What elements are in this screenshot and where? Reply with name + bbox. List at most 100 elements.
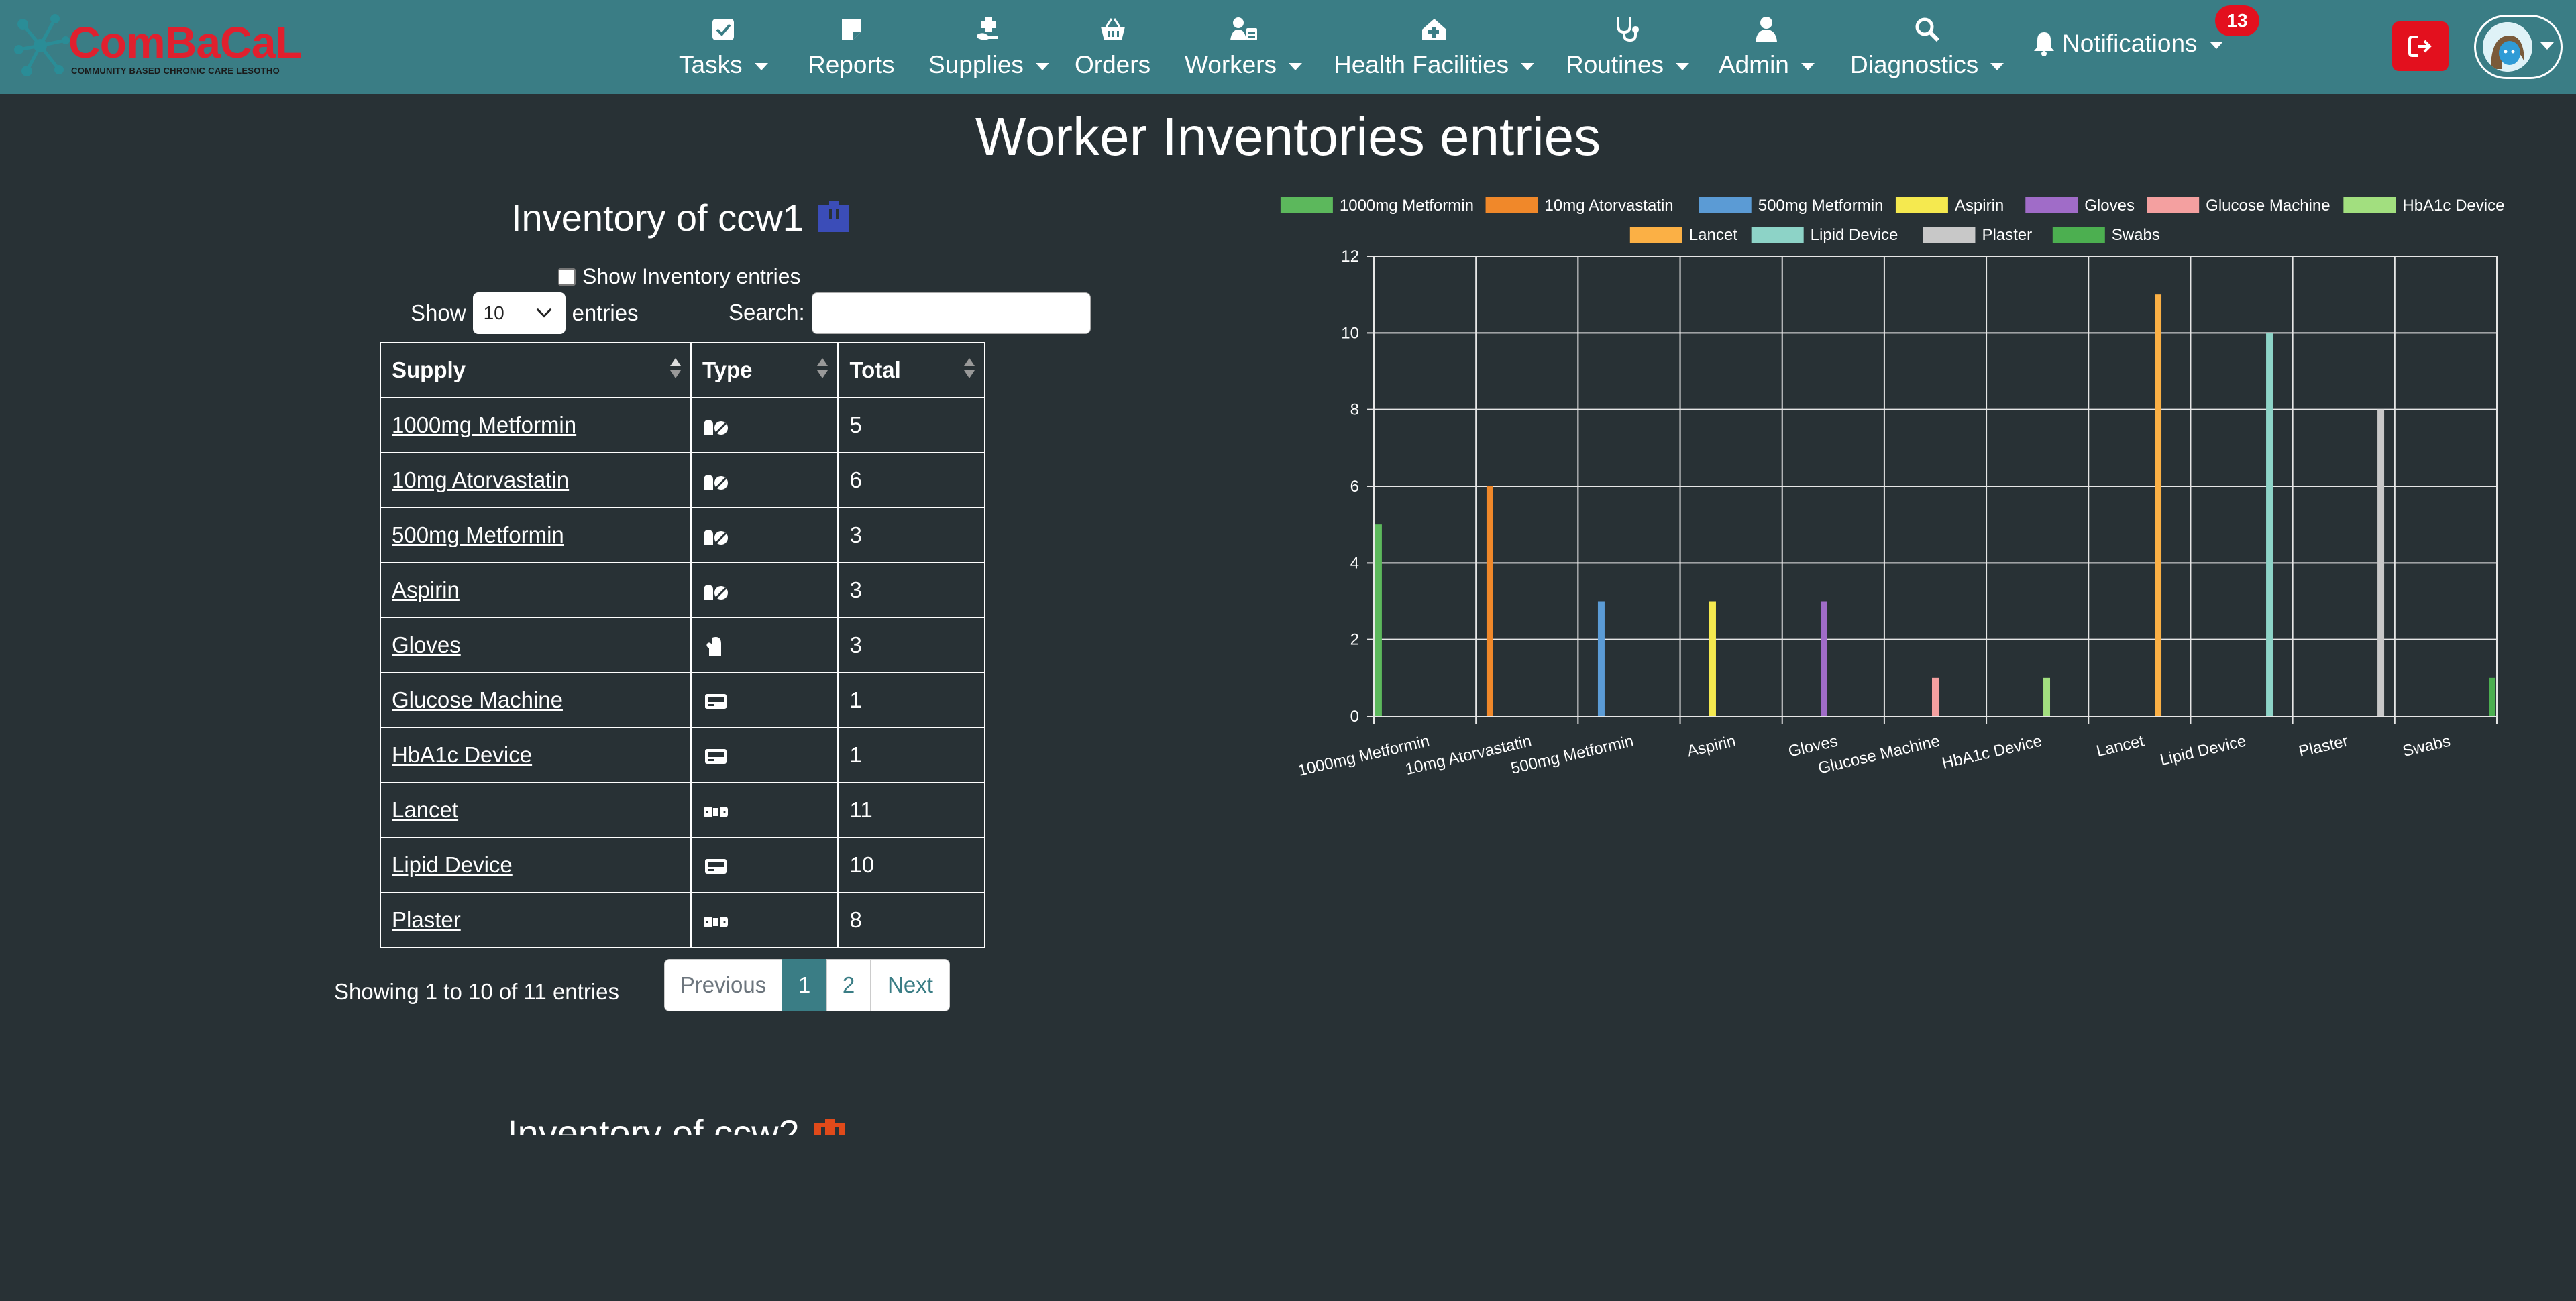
search-input[interactable] bbox=[812, 292, 1091, 334]
nav-health-facilities-label: Health Facilities bbox=[1334, 51, 1509, 78]
bar bbox=[2043, 677, 2051, 716]
supply-cell: HbA1c Device bbox=[380, 727, 692, 783]
y-tick-label: 4 bbox=[1350, 554, 1359, 572]
supply-link[interactable]: Lipid Device bbox=[392, 852, 513, 877]
nav-health-facilities[interactable]: Health Facilities bbox=[1334, 11, 1535, 84]
table-row: 10mg Atorvastatin 6 bbox=[380, 452, 985, 508]
y-tick-label: 0 bbox=[1350, 708, 1359, 726]
notifications-label: Notifications bbox=[2062, 30, 2198, 57]
basket-icon bbox=[1098, 15, 1128, 44]
column-header-label: Type bbox=[702, 357, 753, 382]
legend-swatch bbox=[1923, 227, 1976, 243]
nav-admin[interactable]: Admin bbox=[1719, 11, 1815, 84]
pills-icon bbox=[702, 412, 729, 437]
user-menu-button[interactable] bbox=[2474, 15, 2563, 79]
user-icon bbox=[1752, 15, 1781, 44]
length-prefix: Show bbox=[411, 300, 466, 325]
nav-diagnostics[interactable]: Diagnostics bbox=[1850, 11, 2004, 84]
inventory-table: Supply Type Total 1000mg Metformin 5 10mg … bbox=[380, 342, 985, 948]
total-cell: 1 bbox=[837, 672, 985, 728]
supply-link[interactable]: 500mg Metformin bbox=[392, 522, 564, 547]
bar bbox=[2489, 677, 2496, 716]
bar bbox=[2155, 294, 2162, 716]
pagination-page-2[interactable]: 2 bbox=[826, 959, 871, 1011]
supply-link[interactable]: Gloves bbox=[392, 632, 461, 657]
type-cell bbox=[690, 452, 839, 508]
total-cell: 3 bbox=[837, 562, 985, 618]
supply-link[interactable]: Lancet bbox=[392, 797, 458, 822]
table-info: Showing 1 to 10 of 11 entries bbox=[334, 979, 620, 1004]
brand-logo[interactable]: ComBaCaL COMMUNITY BASED CHRONIC CARE LE… bbox=[13, 12, 303, 79]
supply-cell: Plaster bbox=[380, 892, 692, 948]
legend-label: Glucose Machine bbox=[2206, 196, 2330, 215]
table-row: Glucose Machine 1 bbox=[380, 672, 985, 728]
chevron-down-icon bbox=[2540, 42, 2554, 50]
legend-swatch bbox=[1699, 197, 1752, 213]
inventory-title-text: Inventory of ccw1 bbox=[511, 196, 804, 239]
nav-workers[interactable]: Workers bbox=[1185, 11, 1303, 84]
page-title: Worker Inventories entries bbox=[975, 107, 1601, 166]
nav-diagnostics-label: Diagnostics bbox=[1850, 51, 1979, 78]
column-header-supply[interactable]: Supply bbox=[380, 342, 692, 398]
column-header-label: Total bbox=[849, 357, 901, 382]
pagination-previous[interactable]: Previous bbox=[664, 959, 782, 1011]
checkbox[interactable] bbox=[558, 268, 576, 286]
length-suffix: entries bbox=[572, 300, 639, 325]
total-cell: 10 bbox=[837, 837, 985, 893]
supply-cell: Gloves bbox=[380, 617, 692, 673]
nav-reports[interactable]: Reports bbox=[808, 11, 895, 84]
legend-label: 1000mg Metformin bbox=[1340, 196, 1474, 215]
logout-button[interactable] bbox=[2392, 21, 2449, 71]
type-cell bbox=[690, 617, 839, 673]
pagination-page-1[interactable]: 1 bbox=[782, 959, 826, 1011]
chevron-down-icon bbox=[1035, 62, 1049, 70]
legend-label: 500mg Metformin bbox=[1758, 196, 1884, 215]
supply-link[interactable]: HbA1c Device bbox=[392, 742, 532, 767]
type-cell bbox=[690, 672, 839, 728]
nav-routines[interactable]: Routines bbox=[1566, 11, 1690, 84]
supply-cell: Lipid Device bbox=[380, 837, 692, 893]
bar bbox=[2266, 333, 2273, 716]
legend-label: Gloves bbox=[2084, 196, 2135, 215]
total-cell: 8 bbox=[837, 892, 985, 948]
x-tick-label: Aspirin bbox=[1685, 732, 1737, 761]
x-tick-label: Plaster bbox=[2297, 732, 2350, 761]
sort-icon bbox=[669, 358, 681, 385]
worker-color-icon bbox=[818, 201, 849, 232]
nav-tasks[interactable]: Tasks bbox=[679, 11, 768, 84]
table-row: Plaster 8 bbox=[380, 892, 985, 948]
nav-orders[interactable]: Orders bbox=[1075, 11, 1150, 84]
type-cell bbox=[690, 782, 839, 838]
supply-link[interactable]: Aspirin bbox=[392, 577, 460, 602]
nav-admin-label: Admin bbox=[1719, 51, 1789, 78]
nav-notifications[interactable]: Notifications bbox=[2033, 30, 2223, 58]
inventory-title-2-text: Inventory of ccw2 bbox=[507, 1112, 800, 1135]
type-cell bbox=[690, 507, 839, 563]
show-inventory-entries-checkbox[interactable]: Show Inventory entries bbox=[558, 264, 801, 289]
nav-supplies-label: Supplies bbox=[928, 51, 1024, 78]
column-header-total[interactable]: Total bbox=[837, 342, 985, 398]
pagination-next[interactable]: Next bbox=[871, 959, 950, 1011]
molecule-logo-icon bbox=[14, 14, 70, 76]
nav-supplies[interactable]: Supplies bbox=[928, 11, 1049, 84]
supply-link[interactable]: 1000mg Metformin bbox=[392, 412, 576, 437]
legend-swatch bbox=[2147, 197, 2200, 213]
sort-icon bbox=[964, 358, 975, 385]
device-icon bbox=[702, 742, 729, 767]
supply-cell: Aspirin bbox=[380, 562, 692, 618]
supply-link[interactable]: 10mg Atorvastatin bbox=[392, 467, 569, 492]
inventory-bar-chart: 1000mg Metformin 10mg Atorvastatin 500mg M… bbox=[1280, 196, 2504, 780]
supply-link[interactable]: Plaster bbox=[392, 907, 461, 932]
nav-routines-label: Routines bbox=[1566, 51, 1664, 78]
device-icon bbox=[702, 687, 729, 712]
supply-link[interactable]: Glucose Machine bbox=[392, 687, 563, 712]
x-tick-label: Lipid Device bbox=[2158, 732, 2247, 770]
type-cell bbox=[690, 837, 839, 893]
column-header-type[interactable]: Type bbox=[690, 342, 839, 398]
legend-label: Lancet bbox=[1689, 226, 1737, 244]
legend-label: Swabs bbox=[2112, 226, 2160, 244]
legend-swatch bbox=[1751, 227, 1804, 243]
entries-per-page-select[interactable]: 10 bbox=[472, 292, 566, 334]
search-icon bbox=[1913, 15, 1942, 44]
pills-icon bbox=[702, 467, 729, 492]
